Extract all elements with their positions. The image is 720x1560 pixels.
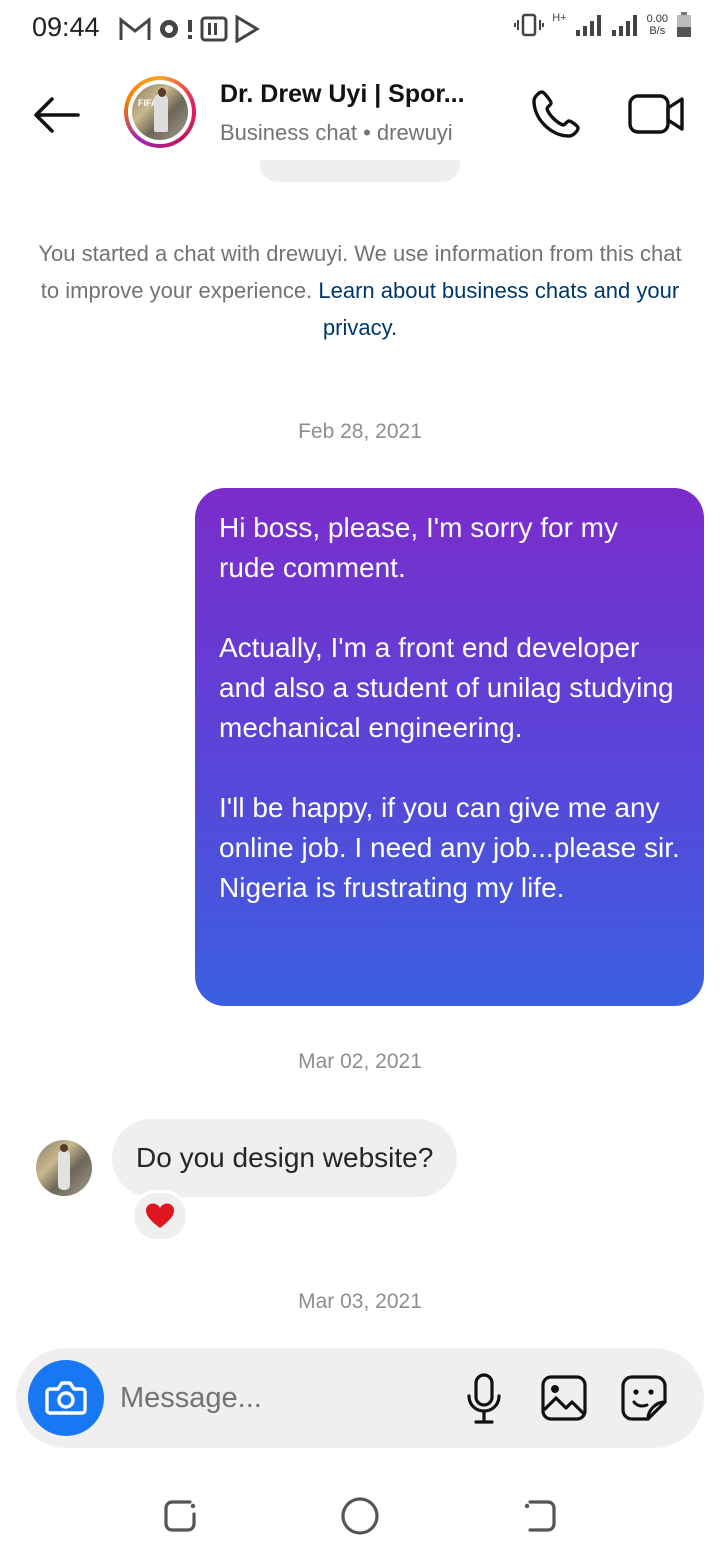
voice-message-button[interactable] [464,1372,504,1426]
sender-avatar[interactable] [36,1140,92,1196]
video-camera-icon [628,94,684,134]
pdf-icon [200,16,228,42]
video-call-button[interactable] [626,86,686,142]
sticker-button[interactable] [620,1374,668,1422]
vibrate-icon [514,13,545,37]
previous-content-edge [260,160,460,182]
arrow-left-icon [34,97,80,133]
date-separator: Mar 02, 2021 [298,1050,422,1073]
home-button[interactable] [336,1492,384,1540]
battery-icon [677,12,691,37]
contact-name[interactable]: Dr. Drew Uyi | Spor... [220,80,465,109]
record-icon [160,20,178,38]
system-icons: H+ 0.00 B/s [514,12,692,38]
message-paragraph: Actually, I'm a front end developer and … [219,632,674,743]
camera-button[interactable] [28,1360,104,1436]
date-separator: Mar 03, 2021 [298,1290,422,1313]
message-paragraph: Hi boss, please, I'm sorry for my rude c… [219,512,618,583]
notification-icons [118,14,260,44]
privacy-link[interactable]: Learn about business chats and your priv… [318,278,679,340]
outgoing-message-bubble[interactable]: Hi boss, please, I'm sorry for my rude c… [195,488,704,1006]
recent-apps-icon [164,1500,196,1532]
back-button[interactable] [28,90,84,140]
camera-icon [45,1381,87,1415]
back-nav-button[interactable] [516,1492,564,1540]
image-icon [541,1375,587,1421]
chat-header: FIFA Dr. Drew Uyi | Spor... Business cha… [0,62,720,172]
message-composer [16,1348,704,1448]
microphone-icon [467,1373,501,1424]
net-speed: 0.00 B/s [646,13,668,37]
phone-icon [532,90,580,138]
recent-apps-button[interactable] [156,1492,204,1540]
date-separator: Feb 28, 2021 [298,420,422,443]
gallery-button[interactable] [540,1374,588,1422]
message-paragraph: I'll be happy, if you can give me any on… [219,792,680,903]
network-type: H+ [552,12,567,24]
message-reaction[interactable]: ❤️ [131,1190,189,1242]
back-nav-icon [524,1500,556,1532]
voice-call-button[interactable] [528,86,584,142]
incoming-message-bubble[interactable]: Do you design website? [112,1119,458,1197]
contact-subtitle: Business chat • drewuyi [220,120,453,145]
heart-icon [146,1203,174,1228]
signal-icon-1 [575,15,601,36]
home-circle-icon [341,1497,379,1535]
status-time: 09:44 [32,12,100,42]
chat-info-text: You started a chat with drewuyi. We use … [38,241,682,340]
gmail-icon [119,16,151,40]
profile-avatar[interactable]: FIFA [124,76,196,148]
status-bar: 09:44 H+ 0.00 B/s [0,0,720,58]
system-nav-bar [0,1470,720,1560]
signal-icon-2 [611,15,637,36]
message-input[interactable] [120,1374,450,1422]
sticker-icon [621,1375,667,1421]
avatar-photo: FIFA [132,84,188,140]
alert-icon [188,20,192,39]
play-store-icon [235,15,260,43]
